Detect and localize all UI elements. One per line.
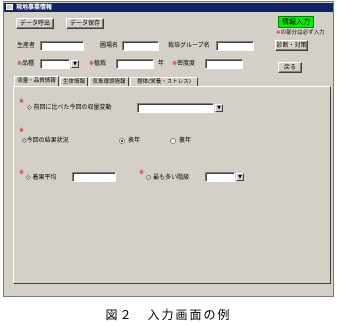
planting-field[interactable] [116,59,154,69]
chevron-down-icon[interactable]: ▼ [236,173,244,181]
back-button[interactable]: 戻る [278,62,302,73]
data-read-button[interactable]: データ呼出 [16,18,54,29]
radio-on-year[interactable] [119,138,125,144]
tab-panel [13,86,331,284]
variety-select[interactable] [40,59,70,69]
tab-tree-body[interactable]: 樹体(栄養・ストレス) [130,77,198,86]
required-note: の部分は必ず入力 [280,30,325,36]
title-bar [4,3,333,12]
chevron-down-icon[interactable]: ▼ [215,104,223,112]
density-label: 密度度 [177,60,196,67]
diagnose-button[interactable]: 診断・対策 [275,40,308,51]
field-name-label: 圃場名 [100,42,119,49]
window-title: 現地事業情報 [16,4,53,11]
tab-weather[interactable]: 気象環境情報 [89,77,129,86]
most-class-label: ○ 最も多い階級 [146,174,190,181]
producer-field[interactable] [40,41,84,51]
yield-change-select[interactable] [137,103,214,113]
window-icon [6,4,13,10]
status-badge: 情報入力 [278,16,314,28]
planting-unit: 年 [158,60,165,67]
figure-caption: 図２ 入力画面の例 [105,308,232,322]
field-name-field[interactable] [122,41,159,51]
producer-label: 生産者 [17,42,36,49]
most-class-select[interactable] [205,172,235,182]
density-field[interactable] [205,59,243,69]
required-mark: ※ [19,169,25,176]
fruiting-status-label: ◇今回の結果状況 [22,137,69,144]
radio-off-year[interactable] [170,138,176,144]
variety-label: 品種 [22,60,35,67]
group-field[interactable] [216,41,254,51]
chevron-down-icon[interactable]: ▼ [71,60,79,68]
planting-label: 植栽 [94,60,107,67]
required-mark: ※ [139,169,145,176]
radio-off-year-label: 裏年 [179,137,192,144]
fruit-average-field[interactable] [72,172,116,182]
required-mark: ※ [19,127,25,134]
yield-change-label: ◇ 前回に比べた今回の収量変動 [27,104,112,111]
group-label: 栽培グループ名 [168,42,210,49]
radio-on-year-label: 表年 [128,137,141,144]
fruit-average-label: ◇ 着果平均 [26,174,57,181]
tab-biological[interactable]: 生体情報 [60,77,88,86]
data-save-button[interactable]: データ保存 [66,18,104,29]
required-mark: ※ [19,98,25,105]
